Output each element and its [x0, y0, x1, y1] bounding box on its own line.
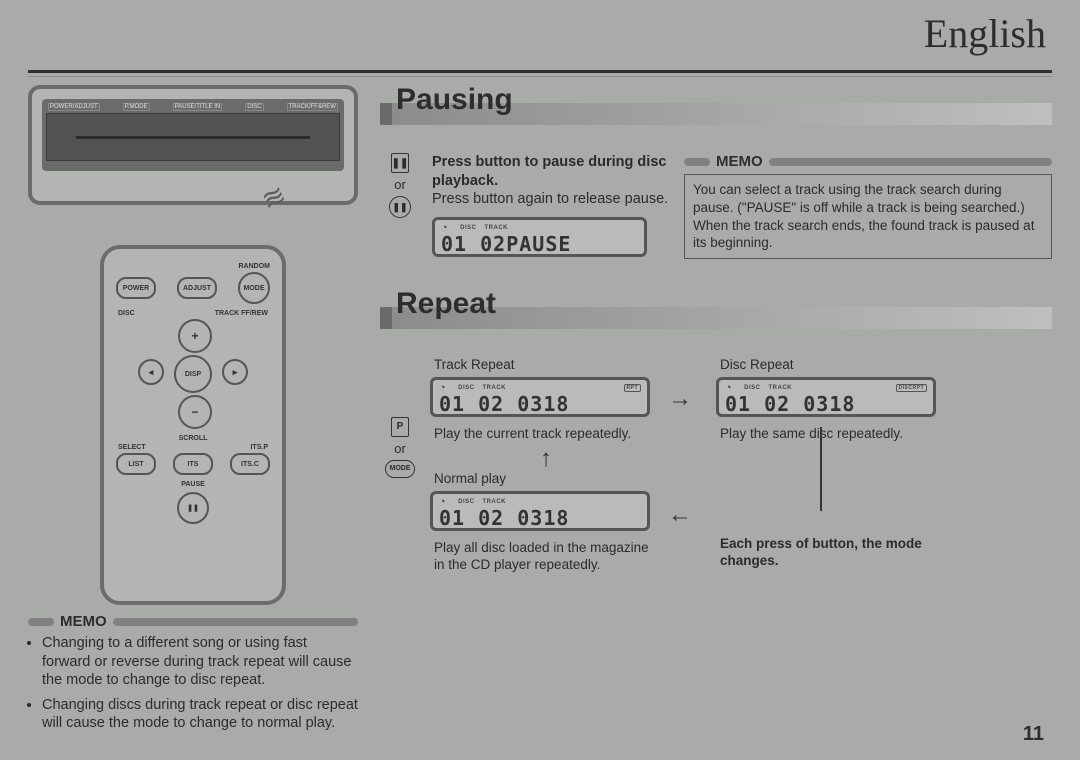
repeat-icon-col: P or MODE — [380, 417, 420, 597]
section-title: Pausing — [396, 83, 513, 117]
lcd-disc-repeat: ◔DISCTRACKDISCRPT 01 02 0318 — [716, 377, 936, 417]
remote-list-button: LIST — [116, 453, 156, 475]
signal-icon: ≋ — [256, 178, 291, 218]
mode-key-icon: MODE — [385, 460, 415, 478]
or-label: or — [394, 441, 406, 456]
hu-label: PAUSE/TITLE IN — [173, 103, 223, 111]
pause-instruction: Press button again to release pause. — [432, 190, 672, 209]
normal-play-desc: Play all disc loaded in the magazine in … — [434, 539, 654, 574]
remote-label: ITS.P — [250, 444, 268, 451]
mode-change-note: Each press of button, the mode changes. — [720, 535, 970, 570]
head-unit-illustration: POWER/ADJUST P.MODE PAUSE/TITLE IN DISC … — [28, 85, 358, 205]
track-repeat-desc: Play the current track repeatedly. — [434, 425, 654, 443]
memo-heading: MEMO — [28, 613, 358, 630]
remote-label: RANDOM — [239, 263, 271, 270]
hu-label: TRACK/FF&REW — [287, 103, 338, 111]
hu-label: DISC — [245, 103, 263, 111]
disc-repeat-label: Disc Repeat — [720, 357, 794, 372]
dpad-up-icon: + — [178, 319, 212, 353]
memo-item: Changing discs during track repeat or di… — [42, 696, 358, 733]
remote-dpad: + − ◂ ▸ DISP — [138, 319, 248, 429]
page-number: 11 — [1023, 723, 1044, 746]
normal-play-label: Normal play — [434, 471, 506, 486]
remote-pause-button: ❚❚ — [177, 492, 209, 524]
remote-itsc-button: ITS.C — [230, 453, 270, 475]
memo-item: Changing to a different song or using fa… — [42, 634, 358, 690]
track-repeat-label: Track Repeat — [434, 357, 515, 372]
memo-body: Changing to a different song or using fa… — [28, 634, 358, 733]
hu-label: POWER/ADJUST — [48, 103, 100, 111]
section-title: Repeat — [396, 287, 496, 321]
section-repeat: Repeat — [380, 307, 1052, 329]
pause-round-icon: ❚❚ — [389, 196, 411, 218]
dpad-center-button: DISP — [174, 355, 212, 393]
remote-power-button: POWER — [116, 277, 156, 299]
lcd-track-repeat: ◔DISCTRACKRPT 01 02 0318 — [430, 377, 650, 417]
remote-adjust-button: ADJUST — [177, 277, 217, 299]
lcd-normal-play: ◔DISCTRACK 01 02 0318 — [430, 491, 650, 531]
divider-thick — [28, 70, 1052, 73]
pause-icon-col: ❚❚ or ❚❚ — [380, 153, 420, 261]
arrow-up-icon: ↑ — [540, 445, 552, 473]
pause-key-icon: ❚❚ — [391, 153, 409, 173]
memo-box-pause: You can select a track using the track s… — [684, 174, 1052, 259]
remote-label: SELECT — [118, 444, 146, 451]
disc-repeat-desc: Play the same disc repeatedly. — [720, 425, 940, 443]
arrow-left-icon: ← — [668, 501, 692, 529]
remote-mode-button: MODE — [238, 272, 270, 304]
remote-label: PAUSE — [181, 481, 205, 488]
or-label: or — [394, 177, 406, 192]
dpad-right-icon: ▸ — [222, 359, 248, 385]
section-pausing: Pausing — [380, 103, 1052, 125]
memo-heading-pause: MEMO — [684, 153, 1052, 170]
remote-label: TRACK FF/REW — [215, 310, 268, 317]
pause-instruction-bold: Press button to pause during disc playba… — [432, 153, 672, 190]
lcd-pause: ◔DISCTRACK 01 02PAUSE — [432, 217, 647, 257]
remote-illustration: RANDOM POWER ADJUST MODE DISC TRACK FF/R… — [100, 245, 286, 605]
divider-thin — [28, 76, 1052, 77]
remote-label: DISC — [118, 310, 135, 317]
remote-label: SCROLL — [179, 435, 208, 442]
dpad-left-icon: ◂ — [138, 359, 164, 385]
language-label: English — [924, 10, 1046, 57]
dpad-down-icon: − — [178, 395, 212, 429]
p-key-icon: P — [391, 417, 409, 437]
hu-label: P.MODE — [123, 103, 150, 111]
arrow-right-icon: → — [668, 385, 692, 413]
arrow-line — [820, 427, 822, 511]
remote-its-button: ITS — [173, 453, 213, 475]
